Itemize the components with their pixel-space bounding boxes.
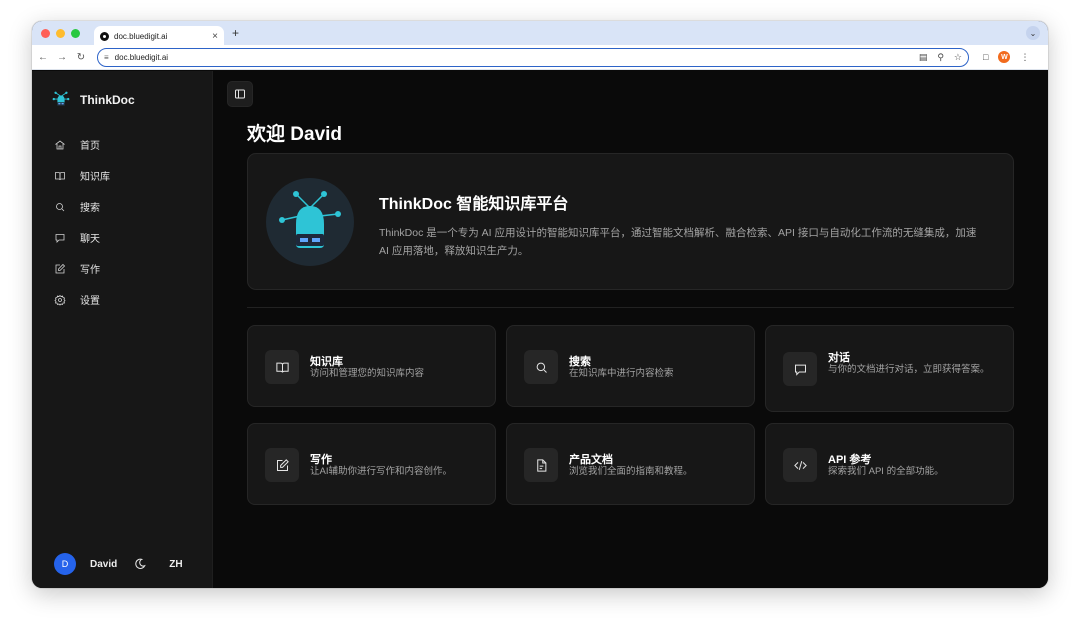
extensions-icon[interactable]: □ [983,52,988,62]
book-icon [275,362,289,373]
card-description: 在知识库中进行内容检索 [569,368,674,379]
main-content: 欢迎 David ThinkDoc 智能知识库平台 ThinkDoc 是一个专为… [213,71,1048,588]
brand[interactable]: ThinkDoc [52,91,135,109]
sidebar-item-label: 搜索 [80,203,100,214]
card-icon-box [524,350,558,384]
avatar[interactable]: D [54,553,76,575]
tab-title: doc.bluedigit.ai [114,31,168,41]
window-controls [41,28,80,38]
section-divider [247,307,1014,308]
user-name[interactable]: David [90,559,117,570]
pencil-square-icon [55,263,66,273]
card-icon-box [783,448,817,482]
code-icon [793,460,807,470]
minimize-window-button[interactable] [56,28,65,38]
card-description: 探索我们 API 的全部功能。 [828,466,944,477]
card-description: 访问和管理您的知识库内容 [310,368,425,379]
hero-title: ThinkDoc 智能知识库平台 [379,196,569,213]
back-arrow-icon[interactable]: ← [35,52,51,63]
favicon-icon [100,31,109,41]
zoom-icon[interactable]: ⚲ [937,52,944,63]
sidebar-item-search[interactable]: 搜索 [32,191,212,222]
tab-search-button[interactable]: ⌄ [1026,26,1040,40]
page-title: 欢迎 David [247,124,343,145]
sidebar-item-knowledge-base[interactable]: 知识库 [32,160,212,191]
card-api-reference[interactable]: API 参考 探索我们 API 的全部功能。 [765,423,1014,505]
card-icon-box [524,448,558,482]
hero-description: ThinkDoc 是一个专为 AI 应用设计的智能知识库平台，通过智能文档解析、… [379,227,977,257]
sidebar-item-label: 设置 [80,296,100,307]
sidebar-item-label: 知识库 [80,172,110,183]
robot-logo-icon [52,91,70,106]
sidebar-item-writing[interactable]: 写作 [32,253,212,284]
maximize-window-button[interactable] [71,28,80,38]
card-product-docs[interactable]: 产品文档 浏览我们全面的指南和教程。 [506,423,755,505]
new-tab-button[interactable]: + [232,26,239,40]
brand-name: ThinkDoc [80,93,135,107]
card-description: 让AI辅助你进行写作和内容创作。 [310,466,452,477]
book-icon [55,171,65,180]
reload-icon[interactable]: ↻ [73,52,89,63]
app-container: ThinkDoc 首页 知识库 搜索 聊天 写作 设置 D David ZH 欢… [32,71,1048,588]
browser-tab[interactable]: doc.bluedigit.ai × [94,25,224,47]
browser-menu-icon[interactable]: ⋮ [1020,52,1029,63]
sidebar-item-settings[interactable]: 设置 [32,284,212,315]
card-icon-box [783,352,817,386]
card-knowledge-base[interactable]: 知识库 访问和管理您的知识库内容 [247,325,496,407]
site-settings-icon[interactable]: ≡ [104,53,109,62]
sidebar-nav: 首页 知识库 搜索 聊天 写作 设置 [32,129,212,315]
chat-icon [55,233,65,243]
sidebar-item-chat[interactable]: 聊天 [32,222,212,253]
gear-icon [54,294,66,306]
address-bar[interactable]: ≡ doc.bluedigit.ai ▤ ⚲ ☆ [97,47,969,67]
sidebar: ThinkDoc 首页 知识库 搜索 聊天 写作 设置 D David ZH [32,71,213,588]
sidebar-item-home[interactable]: 首页 [32,129,212,160]
card-icon-box [265,448,299,482]
card-search[interactable]: 搜索 在知识库中进行内容检索 [506,325,755,407]
browser-window: doc.bluedigit.ai × + ⌄ ← → ↻ ≡ doc.blued… [32,21,1048,588]
sidebar-toggle-button[interactable] [227,81,253,107]
browser-toolbar: ← → ↻ ≡ doc.bluedigit.ai ▤ ⚲ ☆ □ W ⋮ [32,45,1048,70]
card-chat[interactable]: 对话 与你的文档进行对话，立即获得答案。 [765,325,1014,412]
language-toggle-button[interactable]: ZH [169,559,182,570]
card-description: 与你的文档进行对话，立即获得答案。 [828,364,990,375]
translate-icon[interactable]: ▤ [919,52,928,63]
sidebar-panel-icon [235,89,245,99]
chat-icon [794,364,806,376]
bookmark-star-icon[interactable]: ☆ [954,52,962,63]
home-icon [55,139,65,149]
forward-arrow-icon[interactable]: → [54,52,70,63]
moon-icon[interactable] [133,557,147,571]
document-icon [536,458,546,472]
hero-banner: ThinkDoc 智能知识库平台 ThinkDoc 是一个专为 AI 应用设计的… [247,153,1014,290]
pencil-square-icon [276,458,289,471]
card-description: 浏览我们全面的指南和教程。 [569,466,693,477]
search-icon [536,362,547,373]
card-writing[interactable]: 写作 让AI辅助你进行写作和内容创作。 [247,423,496,505]
address-url: doc.bluedigit.ai [114,52,169,62]
search-icon [56,202,65,211]
sidebar-item-label: 聊天 [80,234,100,245]
tab-strip: doc.bluedigit.ai × + ⌄ [32,21,1048,47]
close-window-button[interactable] [41,28,50,38]
sidebar-footer: D David ZH [54,553,194,575]
profile-avatar[interactable]: W [998,51,1011,63]
tab-close-icon[interactable]: × [212,31,218,42]
sidebar-item-label: 首页 [80,141,100,152]
card-icon-box [265,350,299,384]
robot-illustration-icon [266,178,354,266]
sidebar-item-label: 写作 [80,265,100,276]
